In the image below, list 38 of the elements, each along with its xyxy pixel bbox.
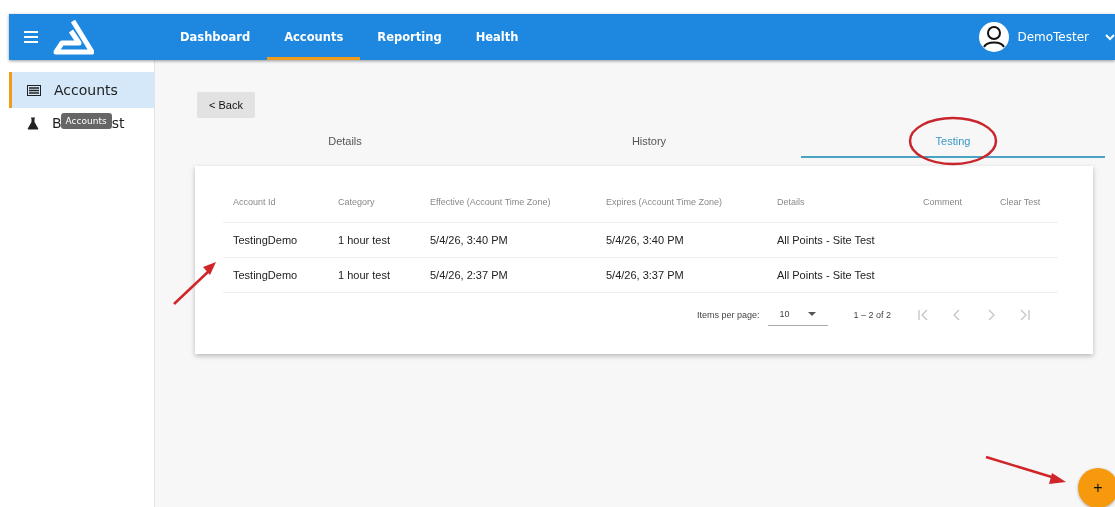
sidebar-item[interactable]: B Accounts st bbox=[9, 105, 154, 141]
annotation-arrow bbox=[173, 262, 216, 305]
page-range: 1 – 2 of 2 bbox=[853, 309, 892, 320]
column-header: Category bbox=[338, 197, 376, 207]
table-cell-text: All Points - Site Test bbox=[777, 234, 876, 246]
back-button[interactable]: < Back bbox=[197, 92, 255, 118]
sidebar-item[interactable]: Accounts bbox=[9, 72, 154, 108]
table-cell-text: 1 hour test bbox=[338, 234, 391, 246]
list-icon bbox=[27, 84, 41, 96]
table-cell-text: TestingDemo bbox=[233, 269, 299, 281]
tooltip: Accounts bbox=[60, 113, 112, 129]
user-name[interactable]: DemoTester bbox=[1017, 30, 1089, 44]
column-header: Account Id bbox=[233, 197, 277, 207]
table-cell-text: 5/4/26, 3:40 PM bbox=[606, 234, 685, 246]
page-size-select[interactable]: 10 bbox=[767, 303, 828, 326]
nav-tab[interactable]: Dashboard bbox=[163, 14, 268, 60]
column-header: Clear Test bbox=[1000, 197, 1042, 207]
table-cell-text: All Points - Site Test bbox=[777, 269, 876, 281]
flask-icon bbox=[27, 116, 39, 130]
table-cell-text: 1 hour test bbox=[338, 269, 391, 281]
menu-icon[interactable] bbox=[24, 31, 38, 43]
items-per-page-label: Items per page: bbox=[697, 309, 760, 320]
table-cell-text: 5/4/26, 3:37 PM bbox=[606, 269, 685, 281]
nav-tab[interactable]: Health bbox=[458, 14, 536, 60]
column-header: Expires (Account Time Zone) bbox=[606, 197, 724, 207]
chevron-down-icon[interactable] bbox=[1105, 33, 1115, 41]
column-header: Comment bbox=[923, 197, 963, 207]
tab[interactable]: Details bbox=[193, 126, 497, 158]
table-cell-text: 5/4/26, 2:37 PM bbox=[430, 269, 509, 281]
nav-tab[interactable]: Reporting bbox=[360, 14, 459, 60]
user-avatar-icon[interactable] bbox=[979, 22, 1010, 52]
column-header: Details bbox=[777, 197, 806, 207]
column-header: Effective (Account Time Zone) bbox=[430, 197, 552, 207]
tab[interactable]: History bbox=[497, 126, 801, 158]
table-cell-text: 5/4/26, 3:40 PM bbox=[430, 234, 509, 246]
triangle-logo-icon bbox=[52, 19, 94, 55]
dropdown-icon bbox=[807, 312, 816, 316]
table-cell-text: TestingDemo bbox=[233, 234, 299, 246]
